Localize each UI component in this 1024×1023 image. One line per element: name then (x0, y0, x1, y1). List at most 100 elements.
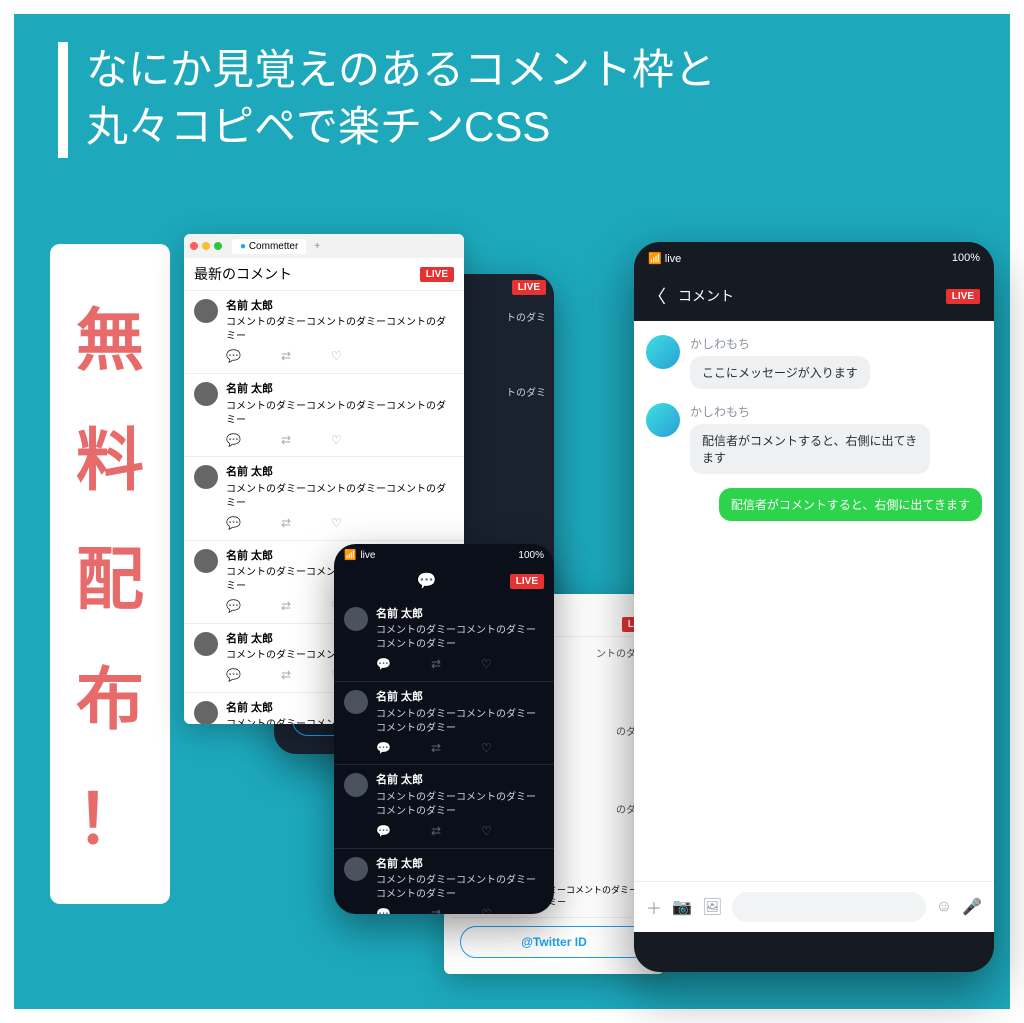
like-icon[interactable]: ♡ (331, 348, 342, 365)
retweet-icon[interactable]: ⇄ (281, 348, 291, 365)
chat-topbar: 〈 コメント LIVE (634, 275, 994, 321)
comment-text: コメントのダミーコメントのダミーコメントのダミー (376, 708, 544, 736)
like-icon[interactable]: ♡ (481, 740, 492, 757)
comment-text: コメントのダミーコメントのダミーコメントのダミー (376, 874, 544, 902)
back-icon[interactable]: 〈 (648, 283, 666, 309)
comment-row: 名前 太郎 コメントのダミーコメントのダミーコメントのダミー 💬 ⇄ ♡ (334, 765, 554, 848)
comment-text: コメントのダミーコメントのダミーコメントのダミー (376, 624, 544, 652)
emoji-icon[interactable]: ☺ (936, 898, 952, 916)
accent-bar (58, 42, 68, 158)
reply-icon[interactable]: 💬 (226, 667, 241, 684)
chat-phone: 📶 live 100% 〈 コメント LIVE かしわもち ここにメッセージが入… (634, 242, 994, 972)
free-badge: 無 料 配 布 ！ (50, 244, 170, 904)
comment-row: 名前 太郎 コメントのダミーコメントのダミーコメントのダミー 💬 ⇄ ♡ (334, 849, 554, 914)
reply-icon[interactable]: 💬 (376, 906, 391, 914)
header: なにか見覚えのあるコメント枠と 丸々コピペで楽チンCSS (58, 42, 966, 158)
live-badge: LIVE (512, 280, 546, 295)
comment-author: 名前 太郎 (376, 690, 544, 705)
traffic-min-icon[interactable] (202, 242, 210, 250)
retweet-icon[interactable]: ⇄ (431, 906, 441, 914)
traffic-max-icon[interactable] (214, 242, 222, 250)
message-author: かしわもち (690, 403, 930, 420)
comment-author: 名前 太郎 (226, 465, 454, 480)
comment-row: 名前 太郎 コメントのダミーコメントのダミーコメントのダミー 💬 ⇄ ♡ (334, 682, 554, 765)
comment-author: 名前 太郎 (226, 382, 454, 397)
browser-tab[interactable]: ● Commetter (232, 239, 306, 254)
message-row: かしわもち 配信者がコメントすると、右側に出てきます (646, 403, 982, 474)
retweet-icon[interactable]: ⇄ (431, 823, 441, 840)
header-line-1: なにか見覚えのあるコメント枠と (86, 42, 716, 99)
reply-icon[interactable]: 💬 (376, 823, 391, 840)
reply-icon[interactable]: 💬 (226, 598, 241, 615)
reply-icon[interactable]: 💬 (226, 515, 241, 532)
chat-text-input[interactable] (732, 892, 925, 922)
window-header: 最新のコメント LIVE (184, 258, 464, 291)
avatar (344, 690, 368, 714)
signal-icon: 📶 live (344, 550, 375, 561)
comment-author: 名前 太郎 (226, 299, 454, 314)
avatar (344, 773, 368, 797)
reply-icon[interactable]: 💬 (226, 432, 241, 449)
comment-text: コメントのダミーコメントのダミーコメントのダミー (376, 791, 544, 819)
comment-list: 名前 太郎 コメントのダミーコメントのダミーコメントのダミー 💬 ⇄ ♡ 名前 … (334, 599, 554, 914)
avatar (344, 857, 368, 881)
reply-icon[interactable]: 💬 (376, 740, 391, 757)
retweet-icon[interactable]: ⇄ (281, 432, 291, 449)
avatar (194, 382, 218, 406)
chat-input-bar: ＋ 📷 🖼 ☺ 🎤 (634, 881, 994, 932)
comment-author: 名前 太郎 (376, 857, 544, 872)
retweet-icon[interactable]: ⇄ (431, 740, 441, 757)
comment-row: 名前 太郎 コメントのダミーコメントのダミーコメントのダミー 💬 ⇄ ♡ (184, 374, 464, 457)
avatar (344, 607, 368, 631)
comment-text: コメントのダミーコメントのダミーコメントのダミー (226, 316, 454, 344)
mic-icon[interactable]: 🎤 (962, 897, 982, 917)
plus-icon[interactable]: ＋ (646, 895, 662, 919)
header-text: なにか見覚えのあるコメント枠と 丸々コピペで楽チンCSS (86, 42, 716, 158)
camera-icon[interactable]: 📷 (672, 897, 692, 917)
badge-char: ！ (76, 764, 144, 863)
avatar (194, 632, 218, 656)
comment-text: コメントのダミーコメントのダミーコメントのダミー (226, 400, 454, 428)
badge-char: 無 (76, 285, 144, 384)
comment-bubble-icon[interactable]: 💬 (417, 571, 437, 591)
retweet-icon[interactable]: ⇄ (281, 598, 291, 615)
comment-text: コメントのダミーコメントのダミーコメントのダミー (226, 483, 454, 511)
comment-row: 名前 太郎 コメントのダミーコメントのダミーコメントのダミー 💬 ⇄ ♡ (334, 599, 554, 682)
retweet-icon[interactable]: ⇄ (431, 656, 441, 673)
like-icon[interactable]: ♡ (481, 906, 492, 914)
new-tab-button[interactable]: + (314, 241, 320, 252)
comment-author: 名前 太郎 (376, 773, 544, 788)
dark-phone: 📶 live 100% 💬 LIVE 名前 太郎 コメントのダミーコメントのダミ… (334, 544, 554, 914)
twitter-id-button[interactable]: @Twitter ID (460, 926, 648, 958)
message-author: かしわもち (690, 335, 870, 352)
like-icon[interactable]: ♡ (481, 823, 492, 840)
photo-icon[interactable]: 🖼 (702, 897, 722, 917)
message-bubble: 配信者がコメントすると、右側に出てきます (690, 424, 930, 474)
avatar (646, 403, 680, 437)
comment-row: 名前 太郎 コメントのダミーコメントのダミーコメントのダミー 💬 ⇄ ♡ (184, 457, 464, 540)
comment-row: 名前 太郎 コメントのダミーコメントのダミーコメントのダミー 💬 ⇄ ♡ (184, 291, 464, 374)
avatar (194, 549, 218, 573)
avatar (194, 299, 218, 323)
comment-author: 名前 太郎 (376, 607, 544, 622)
partial-text: トのダミ (506, 309, 546, 324)
chat-thread: かしわもち ここにメッセージが入ります かしわもち 配信者がコメントすると、右側… (634, 321, 994, 881)
like-icon[interactable]: ♡ (481, 656, 492, 673)
avatar (194, 701, 218, 724)
battery-label: 100% (952, 252, 980, 265)
message-bubble: ここにメッセージが入ります (690, 356, 870, 389)
avatar (646, 335, 680, 369)
signal-icon: 📶 live (648, 252, 681, 265)
reply-icon[interactable]: 💬 (226, 348, 241, 365)
badge-char: 料 (76, 405, 144, 504)
retweet-icon[interactable]: ⇄ (281, 667, 291, 684)
live-badge: LIVE (946, 289, 980, 304)
like-icon[interactable]: ♡ (331, 432, 342, 449)
self-message-bubble: 配信者がコメントすると、右側に出てきます (719, 488, 982, 521)
badge-char: 布 (76, 644, 144, 743)
traffic-close-icon[interactable] (190, 242, 198, 250)
reply-icon[interactable]: 💬 (376, 656, 391, 673)
live-badge: LIVE (420, 267, 454, 282)
retweet-icon[interactable]: ⇄ (281, 515, 291, 532)
like-icon[interactable]: ♡ (331, 515, 342, 532)
